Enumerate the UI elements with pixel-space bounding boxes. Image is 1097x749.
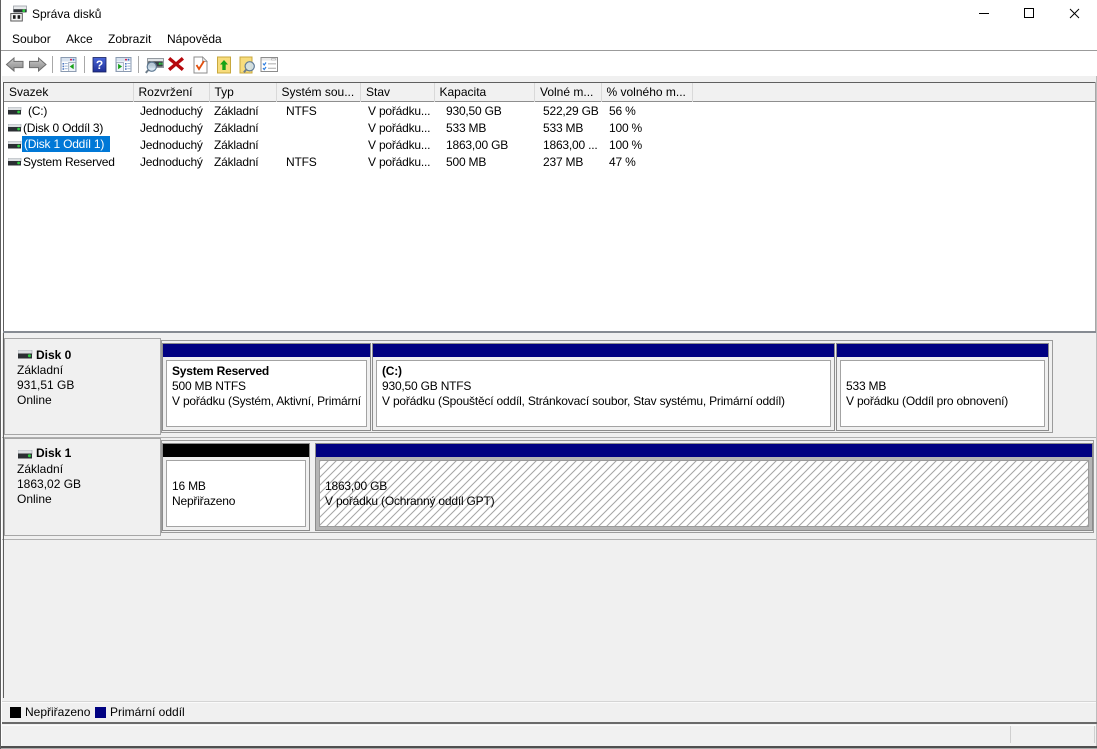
svg-text:?: ? bbox=[96, 58, 103, 72]
